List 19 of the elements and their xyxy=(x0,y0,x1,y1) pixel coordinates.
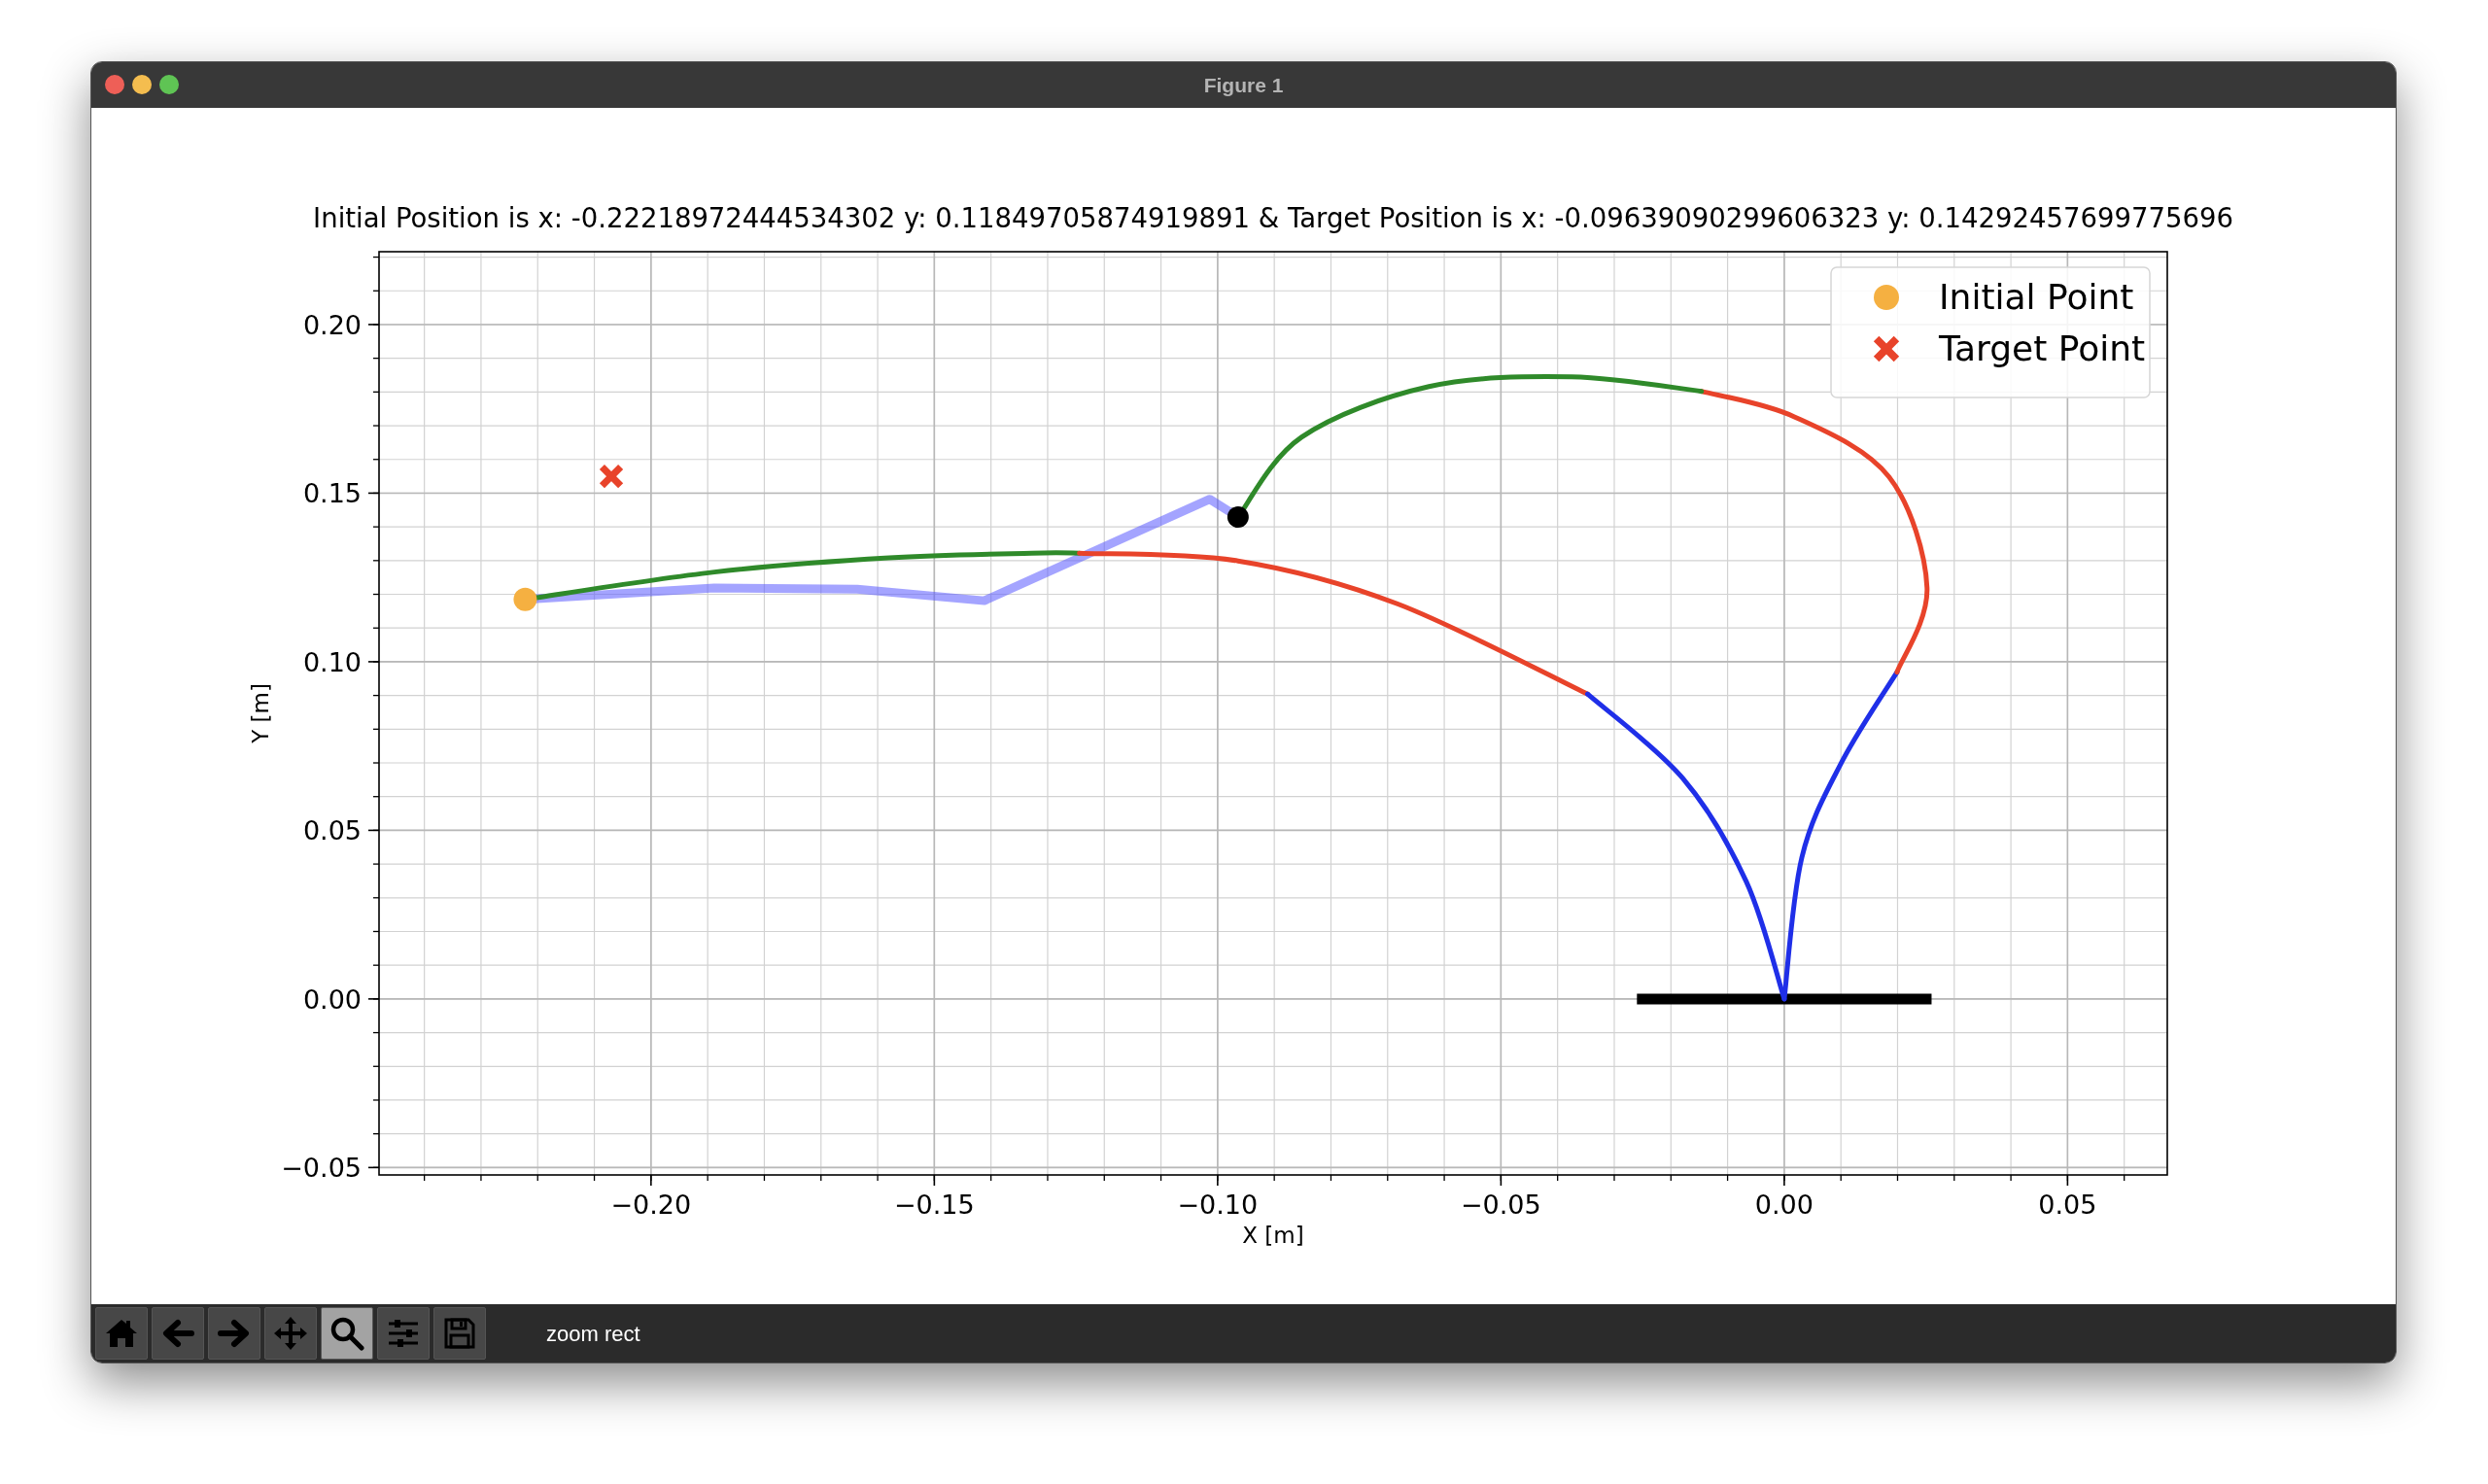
x-tick-label: 0.00 xyxy=(1754,1190,1814,1220)
y-tick-label: 0.20 xyxy=(302,309,362,340)
x-tick-label: −0.10 xyxy=(1177,1190,1259,1220)
y-tick-label: −0.05 xyxy=(281,1153,362,1184)
x-tick-label: −0.15 xyxy=(894,1190,975,1220)
y-tick-label: 0.00 xyxy=(302,984,362,1015)
y-axis-label: Y [m] xyxy=(248,683,273,743)
legend-label: Initial Point xyxy=(1939,277,2134,317)
chart-title: Initial Position is x: -0.22218972444534302 y: 0.11849705874919891 & Target Position is x: -0.09639090299606323 y: 0.14292457699775696 xyxy=(313,202,2233,233)
legend-label: Target Point xyxy=(1939,328,2146,368)
status-message: zoom rect xyxy=(546,1320,640,1348)
y-tick-label: 0.10 xyxy=(302,646,362,677)
x-tick-label: −0.05 xyxy=(1461,1190,1541,1220)
x-tick-label: −0.20 xyxy=(610,1190,692,1220)
y-tick-label: 0.15 xyxy=(302,478,362,509)
window-title: Figure 1 xyxy=(1203,72,1284,98)
y-tick-label: 0.05 xyxy=(302,815,362,846)
x-tick-label: 0.05 xyxy=(2038,1190,2097,1220)
x-axis-label: X [m] xyxy=(1242,1223,1304,1248)
